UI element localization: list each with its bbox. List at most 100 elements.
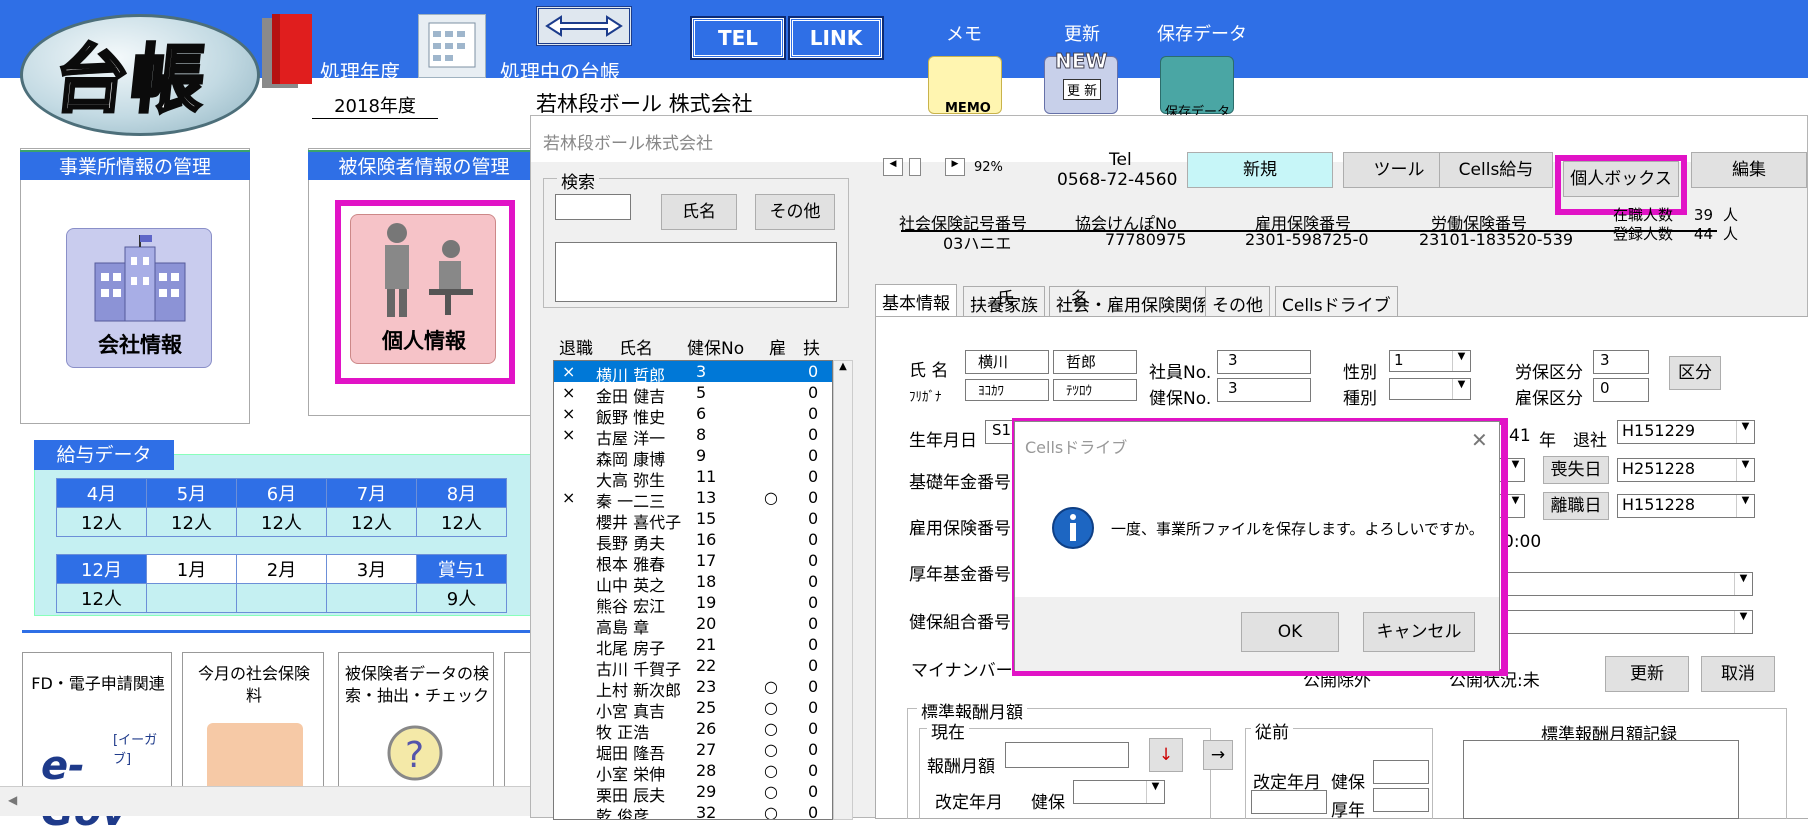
- employee-row[interactable]: 森岡 康博 9 0: [554, 445, 832, 469]
- tab-cells-drive[interactable]: Cellsドライブ: [1275, 286, 1398, 316]
- tel-button[interactable]: TEL: [690, 16, 786, 60]
- down-arrow-button[interactable]: ↓: [1149, 738, 1183, 772]
- prev-revision-field[interactable]: [1251, 790, 1327, 814]
- dropdown-arrow-icon: ▼: [1506, 495, 1524, 517]
- edit-button[interactable]: 編集: [1691, 152, 1807, 188]
- personal-info-button[interactable]: 個人情報: [350, 214, 496, 364]
- update-icon[interactable]: NEW 更 新: [1044, 49, 1118, 114]
- confirm-dialog: Cellsドライブ ✕ 一度、事業所ファイルを保存します。よろしいですか。 OK…: [1014, 421, 1500, 671]
- col-dependents: 扶: [803, 339, 820, 359]
- cancel-button[interactable]: 取消: [1701, 656, 1775, 692]
- memo-icon[interactable]: MEMO: [928, 56, 1002, 116]
- cells-pay-button[interactable]: Cells給与: [1439, 152, 1553, 188]
- last-name-field[interactable]: 横川: [965, 350, 1049, 374]
- leave-date-select[interactable]: H151228 ▼: [1617, 494, 1755, 518]
- emp-no-field[interactable]: 3: [1217, 350, 1311, 374]
- loss-date-button[interactable]: 喪失日: [1543, 456, 1609, 484]
- zoom-right-icon[interactable]: ▶: [945, 158, 965, 176]
- employee-no: 13: [696, 488, 717, 507]
- welfare-fund-select[interactable]: ▼: [1501, 572, 1753, 596]
- labor-kubun-field[interactable]: 3: [1593, 350, 1649, 374]
- dialog-close-icon[interactable]: ✕: [1471, 428, 1488, 452]
- employee-row[interactable]: 高島 章 20 0: [554, 613, 832, 637]
- type-select[interactable]: ▼: [1389, 378, 1471, 400]
- employee-fu: 0: [808, 698, 819, 717]
- ok-button[interactable]: OK: [1241, 612, 1339, 652]
- e-filing-card[interactable]: FD・電子申請関連 e-Gov [イーガブ]: [22, 652, 172, 835]
- company-info-button[interactable]: 会社情報: [66, 228, 212, 368]
- employee-fu: 0: [808, 467, 819, 486]
- employee-row[interactable]: 古川 千賀子 22 0: [554, 655, 832, 679]
- health-no-field[interactable]: 3: [1217, 378, 1311, 402]
- loss-date-select[interactable]: H251228 ▼: [1617, 458, 1755, 482]
- calendar-icon[interactable]: [418, 14, 486, 78]
- zoom-left-icon[interactable]: ◀: [883, 158, 903, 176]
- search-extract-card[interactable]: 被保険者データの検索・抽出・チェック ?: [338, 652, 494, 792]
- prev-pension-field[interactable]: [1373, 788, 1429, 812]
- last-kana-field[interactable]: ﾖｺｶﾜ: [965, 379, 1049, 401]
- employee-row[interactable]: 山中 英之 18 0: [554, 571, 832, 595]
- employee-no: 5: [696, 383, 707, 402]
- retire-date-select[interactable]: H151229 ▼: [1617, 420, 1755, 444]
- employee-row[interactable]: 上村 新次郎 23 ○ 0: [554, 676, 832, 700]
- employee-row[interactable]: 根本 雅春 17 0: [554, 550, 832, 574]
- right-arrow-button[interactable]: →: [1203, 740, 1233, 770]
- employee-row[interactable]: 大高 弥生 11 0: [554, 466, 832, 490]
- employee-row[interactable]: 乾 俊彦 32 ○ 0: [554, 802, 832, 820]
- employee-row[interactable]: 小室 栄伸 28 ○ 0: [554, 760, 832, 784]
- monthly-insurance-card[interactable]: 今月の社会保険料: [182, 652, 324, 793]
- zoom-slider[interactable]: [909, 158, 921, 176]
- search-other-button[interactable]: その他: [755, 194, 835, 230]
- employee-koyo: ○: [764, 803, 778, 820]
- list-scrollbar[interactable]: ▲: [833, 360, 853, 820]
- employee-name: 乾 俊彦: [596, 807, 650, 820]
- employee-row[interactable]: × 秦 一二三 13 ○ 0: [554, 487, 832, 511]
- gender-select[interactable]: 1 ▼: [1389, 350, 1471, 372]
- health-union-select[interactable]: ▼: [1501, 610, 1753, 634]
- tab-other[interactable]: その他: [1205, 286, 1270, 316]
- employee-row[interactable]: 栗田 辰夫 29 ○ 0: [554, 781, 832, 805]
- first-kana-field[interactable]: ﾃﾂﾛｳ: [1053, 379, 1137, 401]
- first-name-field[interactable]: 哲郎: [1053, 350, 1137, 374]
- link-button[interactable]: LINK: [788, 16, 884, 60]
- employee-row[interactable]: 長野 勇夫 16 0: [554, 529, 832, 553]
- employee-row[interactable]: × 古屋 洋一 8 0: [554, 424, 832, 448]
- saved-data-icon[interactable]: 保存データ: [1160, 56, 1234, 120]
- employee-fu: 0: [808, 551, 819, 570]
- search-name-button[interactable]: 氏名: [661, 194, 737, 230]
- processing-year: 2018年度: [312, 92, 438, 119]
- employee-no: 21: [696, 635, 717, 654]
- ledger-book-icon[interactable]: [258, 12, 314, 92]
- employee-row[interactable]: 北尾 房子 21 0: [554, 634, 832, 658]
- employee-row[interactable]: × 金田 健吉 5 0: [554, 382, 832, 406]
- search-input[interactable]: [555, 194, 631, 220]
- tab-basic-info[interactable]: 基本情報: [875, 284, 957, 318]
- dialog-cancel-button[interactable]: キャンセル: [1363, 612, 1475, 652]
- prev-health-field[interactable]: [1373, 760, 1429, 784]
- employee-row[interactable]: × 横川 哲郎 3 0: [554, 361, 832, 385]
- kubun-button[interactable]: 区分: [1669, 356, 1721, 390]
- logo-text: 台帳: [48, 36, 212, 125]
- employee-row[interactable]: × 飯野 惟史 6 0: [554, 403, 832, 427]
- labor-ins-value: 23101-183520-539: [1419, 230, 1574, 249]
- employee-row[interactable]: 牧 正浩 26 ○ 0: [554, 718, 832, 742]
- search-results-box[interactable]: [555, 242, 837, 302]
- employee-row[interactable]: 堀田 隆吾 27 ○ 0: [554, 739, 832, 763]
- employee-row[interactable]: 櫻井 喜代子 15 0: [554, 508, 832, 532]
- svg-text:?: ?: [405, 735, 424, 776]
- employee-list[interactable]: × 横川 哲郎 3 0 × 金田 健吉 5 0 × 飯野 惟史 6 0 × 古屋 洋一 8 0 森岡 康博 9 0 大…: [553, 360, 833, 820]
- prev-health-label: 健保: [1331, 773, 1365, 793]
- employee-fu: 0: [808, 782, 819, 801]
- employee-row[interactable]: 熊谷 宏江 19 0: [554, 592, 832, 616]
- update-button[interactable]: 更新: [1605, 656, 1689, 692]
- personal-box-button[interactable]: 個人ボックス: [1563, 161, 1679, 197]
- leave-date-button[interactable]: 離職日: [1543, 492, 1609, 520]
- employ-kubun-field[interactable]: 0: [1593, 378, 1649, 402]
- health-grade-select[interactable]: ▼: [1073, 780, 1165, 804]
- switch-arrows-button[interactable]: [536, 6, 632, 46]
- horizontal-scrollbar[interactable]: ◀: [0, 786, 540, 816]
- employee-row[interactable]: 小宮 真吉 25 ○ 0: [554, 697, 832, 721]
- record-list[interactable]: [1463, 740, 1739, 819]
- pay-monthly-field[interactable]: [1005, 742, 1129, 768]
- new-button[interactable]: 新規: [1187, 152, 1333, 188]
